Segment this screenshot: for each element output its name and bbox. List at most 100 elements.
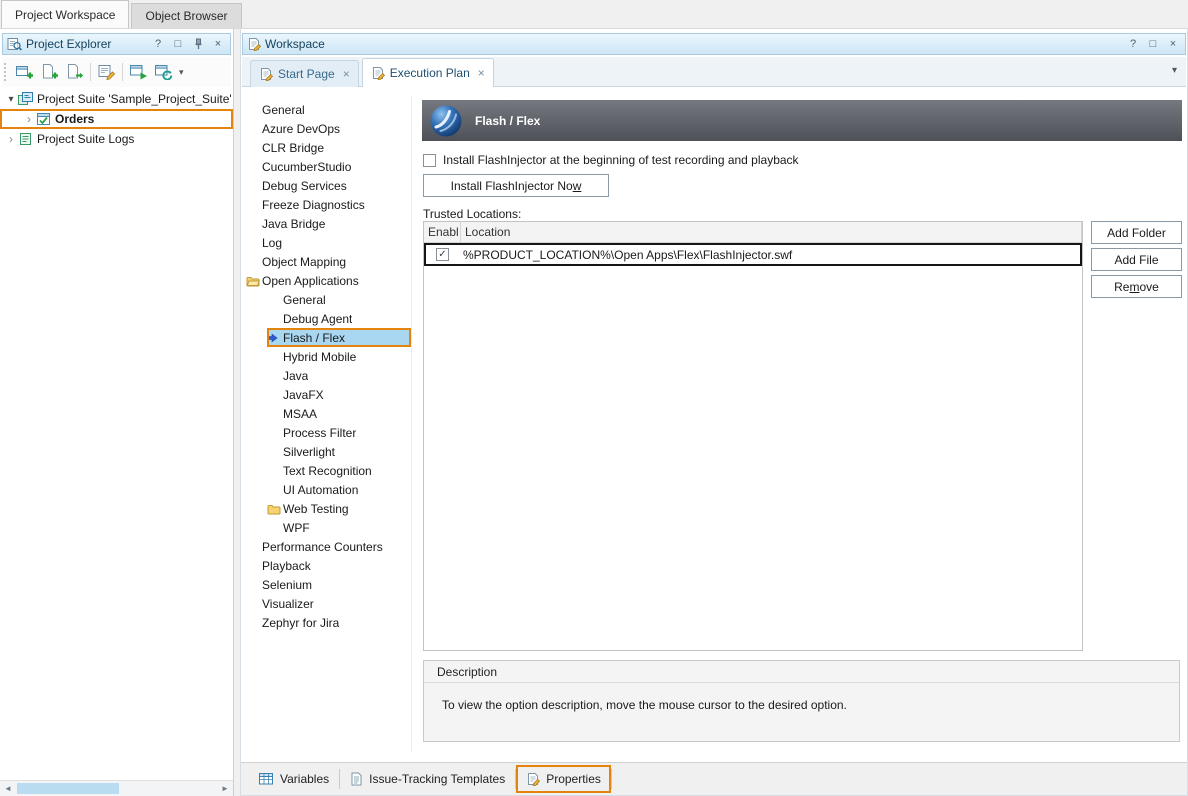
tree-item-project-suite-logs[interactable]: › Project Suite Logs [0, 129, 233, 149]
options-nav-item-zephyr-for-jira[interactable]: Zephyr for Jira [246, 613, 411, 632]
bottom-tab-properties[interactable]: Properties [516, 765, 611, 793]
options-nav-item-open-applications[interactable]: Open Applications [246, 271, 411, 290]
expander-collapsed-icon[interactable]: › [4, 132, 18, 146]
install-flashinjector-checkbox[interactable] [423, 154, 436, 167]
tab-close-icon[interactable]: × [343, 67, 350, 81]
options-nav-label: Azure DevOps [262, 122, 340, 136]
options-nav-item-java[interactable]: Java [267, 366, 411, 385]
options-nav-item-freeze-diagnostics[interactable]: Freeze Diagnostics [246, 195, 411, 214]
tab-close-icon[interactable]: × [478, 66, 485, 80]
options-nav-label: Silverlight [283, 445, 335, 459]
options-nav-item-object-mapping[interactable]: Object Mapping [246, 252, 411, 271]
options-nav-item-visualizer[interactable]: Visualizer [246, 594, 411, 613]
description-title: Description [424, 661, 1179, 683]
options-nav-item-clr-bridge[interactable]: CLR Bridge [246, 138, 411, 157]
options-nav-label: Text Recognition [283, 464, 372, 478]
options-nav-item-azure-devops[interactable]: Azure DevOps [246, 119, 411, 138]
options-nav-label: Log [262, 236, 282, 250]
scroll-left-arrow-icon[interactable]: ◄ [0, 784, 16, 793]
tab-label: Project Workspace [15, 8, 115, 22]
options-nav-item-web-testing[interactable]: Web Testing [267, 499, 411, 518]
options-nav-item-performance-counters[interactable]: Performance Counters [246, 537, 411, 556]
bottom-tab-variables[interactable]: Variables [249, 765, 339, 793]
expander-expanded-icon[interactable]: ▾ [4, 94, 18, 105]
doc-tab-execution-plan[interactable]: Execution Plan× [362, 58, 494, 87]
options-nav-label: Java [283, 369, 308, 383]
add-project-suite-icon[interactable] [12, 60, 37, 84]
close-icon[interactable]: × [1165, 36, 1181, 52]
project-icon [36, 112, 53, 126]
trusted-location-row[interactable]: ✓%PRODUCT_LOCATION%\Open Apps\Flex\Flash… [424, 243, 1082, 266]
bottom-tab-issue-tracking-templates[interactable]: Issue-Tracking Templates [340, 765, 515, 793]
options-nav-item-process-filter[interactable]: Process Filter [267, 423, 411, 442]
tab-project-workspace[interactable]: Project Workspace [1, 0, 129, 28]
help-icon[interactable]: ? [150, 36, 166, 52]
options-nav-item-msaa[interactable]: MSAA [267, 404, 411, 423]
install-checkbox-label: Install FlashInjector at the beginning o… [443, 153, 799, 167]
run-project-icon[interactable] [151, 60, 176, 84]
options-nav-label: CLR Bridge [262, 141, 324, 155]
options-nav-item-java-bridge[interactable]: Java Bridge [246, 214, 411, 233]
options-nav-item-playback[interactable]: Playback [246, 556, 411, 575]
options-nav-item-general[interactable]: General [246, 100, 411, 119]
options-nav-label: UI Automation [283, 483, 358, 497]
scrollbar-thumb[interactable] [17, 783, 119, 794]
options-nav-item-silverlight[interactable]: Silverlight [267, 442, 411, 461]
scroll-right-arrow-icon[interactable]: ► [217, 784, 233, 793]
column-header-location[interactable]: Location [461, 222, 1082, 242]
trusted-locations-table: Enabl Location ✓%PRODUCT_LOCATION%\Open … [423, 221, 1083, 651]
pin-icon[interactable] [190, 36, 206, 52]
tree-item-label: Project Suite Logs [35, 132, 134, 146]
button-mnemonic: m [1129, 280, 1139, 294]
options-nav-item-log[interactable]: Log [246, 233, 411, 252]
tab-object-browser[interactable]: Object Browser [131, 3, 241, 28]
folder-icon [267, 503, 283, 515]
run-test-icon[interactable] [126, 60, 151, 84]
tree-item-project-suite-sample-project-suite-1-p[interactable]: ▾Project Suite 'Sample_Project_Suite' (1… [0, 89, 233, 109]
tree-item-orders[interactable]: ›Orders [0, 109, 233, 129]
toolbar-grip[interactable] [4, 63, 9, 81]
options-nav-item-javafx[interactable]: JavaFX [267, 385, 411, 404]
options-nav-label: Web Testing [283, 502, 349, 516]
export-item-icon[interactable] [62, 60, 87, 84]
options-nav-item-debug-services[interactable]: Debug Services [246, 176, 411, 195]
row-enabled-checkbox[interactable]: ✓ [436, 248, 449, 261]
options-nav-item-general[interactable]: General [267, 290, 411, 309]
options-nav-item-selenium[interactable]: Selenium [246, 575, 411, 594]
install-flashinjector-now-button[interactable]: Install FlashInjector Now [423, 174, 609, 197]
options-nav-item-wpf[interactable]: WPF [267, 518, 411, 537]
help-icon[interactable]: ? [1125, 36, 1141, 52]
project-explorer-icon [7, 37, 22, 51]
table-header-row: Enabl Location [424, 222, 1082, 243]
project-explorer-toolbar: ▾ [2, 57, 231, 87]
float-window-icon[interactable]: □ [170, 36, 186, 52]
issue-tracking-templates-icon [350, 772, 363, 786]
tab-overflow-dropdown-icon[interactable]: ▾ [1172, 65, 1177, 76]
add-new-item-icon[interactable] [37, 60, 62, 84]
button-label-part: Add Folder [1107, 226, 1166, 240]
remove-button[interactable]: Remove [1091, 275, 1182, 298]
close-icon[interactable]: × [210, 36, 226, 52]
options-nav-item-flash-flex[interactable]: Flash / Flex [267, 328, 411, 347]
options-nav-label: Performance Counters [262, 540, 383, 554]
doc-tab-start-page[interactable]: Start Page× [250, 60, 359, 87]
column-header-enabled[interactable]: Enabl [424, 222, 461, 242]
description-box: Description To view the option descripti… [423, 660, 1180, 742]
add-file-button[interactable]: Add File [1091, 248, 1182, 271]
options-nav-item-text-recognition[interactable]: Text Recognition [267, 461, 411, 480]
toolbar-separator [122, 63, 123, 81]
float-window-icon[interactable]: □ [1145, 36, 1161, 52]
options-nav-item-debug-agent[interactable]: Debug Agent [267, 309, 411, 328]
horizontal-scrollbar[interactable]: ◄ ► [0, 780, 233, 796]
options-page-title: Flash / Flex [475, 114, 540, 128]
options-nav-item-cucumberstudio[interactable]: CucumberStudio [246, 157, 411, 176]
button-mnemonic: w [573, 179, 582, 193]
options-nav-item-hybrid-mobile[interactable]: Hybrid Mobile [267, 347, 411, 366]
project-tree: ▾Project Suite 'Sample_Project_Suite' (1… [0, 89, 233, 780]
project-suite-icon [18, 92, 35, 106]
toolbar-dropdown-arrow-icon[interactable]: ▾ [176, 67, 187, 78]
expander-collapsed-icon[interactable]: › [22, 112, 36, 126]
add-folder-button[interactable]: Add Folder [1091, 221, 1182, 244]
options-nav-item-ui-automation[interactable]: UI Automation [267, 480, 411, 499]
edit-item-icon[interactable] [94, 60, 119, 84]
